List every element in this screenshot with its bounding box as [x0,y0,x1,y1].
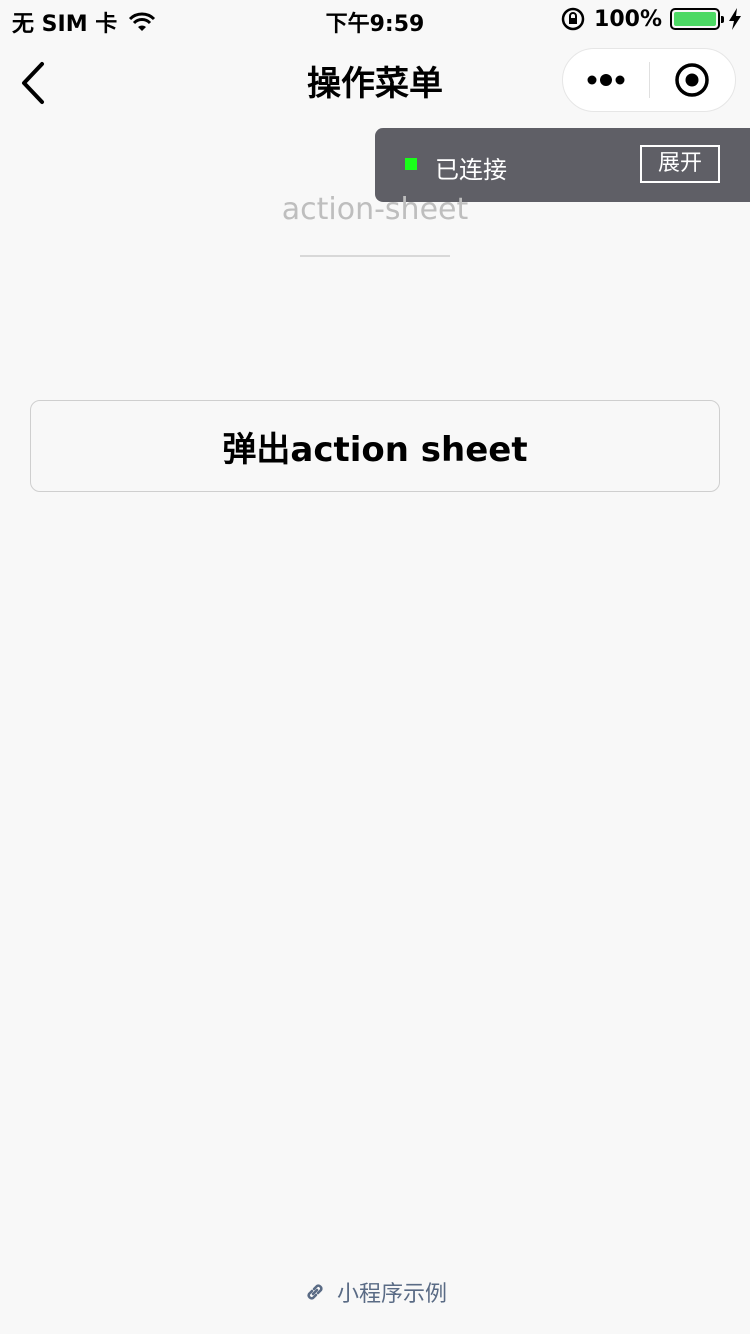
page-head-divider [300,255,450,257]
battery-icon [670,8,724,30]
footer-link[interactable]: 小程序示例 [0,1276,750,1308]
more-button[interactable] [563,48,649,112]
battery-percent: 100% [594,6,662,32]
page-head: action-sheet [0,192,750,257]
connection-status-text: 已连接 [435,156,507,184]
link-icon [307,1284,323,1300]
debug-panel: 已连接 展开 [375,128,750,202]
page-head-title: action-sheet [281,192,469,227]
more-dots-icon [587,74,625,86]
screen: 无 SIM 卡 下午9:59 100% 操作菜单 已连接 展开 action-s… [0,0,750,1334]
show-action-sheet-button[interactable]: 弹出action sheet [30,400,720,492]
battery-fill [674,12,716,26]
status-bar: 无 SIM 卡 下午9:59 100% [0,0,750,40]
close-button[interactable] [650,48,736,112]
charging-bolt-icon [729,8,741,30]
capsule-menu [562,48,736,112]
expand-button[interactable]: 展开 [640,145,720,183]
rotation-lock-icon [561,7,585,31]
footer-label: 小程序示例 [336,1282,447,1307]
target-circle-icon [675,63,709,97]
nav-bar: 操作菜单 [0,40,750,128]
status-right: 100% [560,6,742,32]
connection-status-indicator [405,158,417,170]
